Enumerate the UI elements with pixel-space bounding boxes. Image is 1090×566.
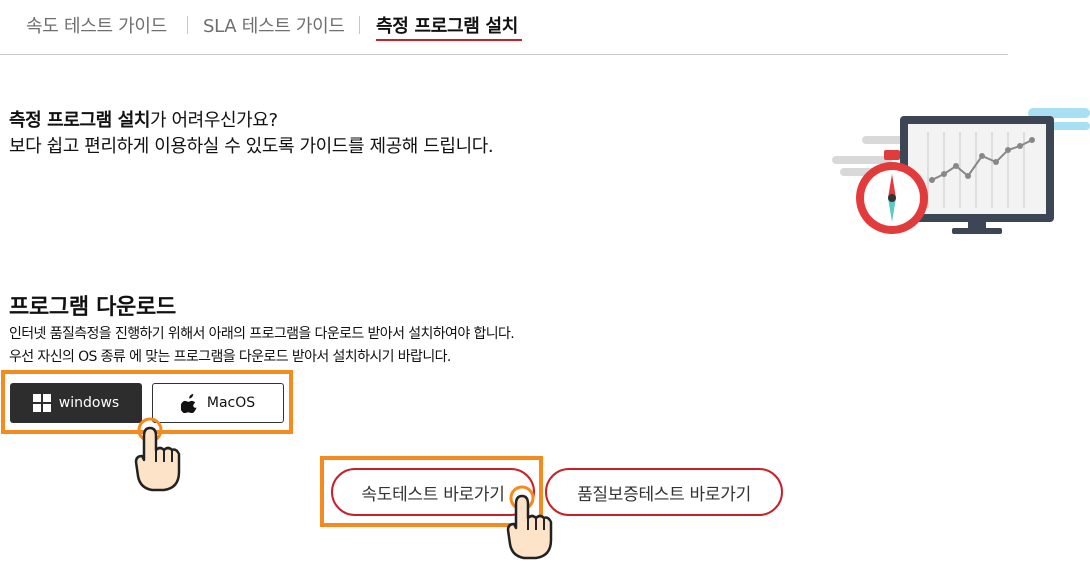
- intro-line1: 측정 프로그램 설치가 어려우신가요?: [9, 108, 493, 134]
- download-title: 프로그램 다운로드: [9, 295, 176, 320]
- download-description: 인터넷 품질측정을 진행하기 위해서 아래의 프로그램을 다운로드 받아서 설치…: [9, 323, 515, 369]
- windows-button-label: windows: [58, 395, 120, 411]
- pointer-hand-icon: [502, 484, 558, 566]
- intro-line1-rest: 가 어려우신가요?: [150, 110, 278, 131]
- tab-bar: 속도 테스트 가이드 SLA 테스트 가이드 측정 프로그램 설치: [0, 0, 1008, 55]
- quality-test-link-button[interactable]: 품질보증테스트 바로가기: [545, 468, 783, 516]
- macos-button-label: MacOS: [206, 395, 256, 411]
- tab-install[interactable]: 측정 프로그램 설치: [376, 12, 518, 38]
- windows-icon: [32, 394, 51, 412]
- active-tab-indicator: [376, 39, 522, 41]
- tab-divider: [359, 16, 360, 34]
- monitor-stopwatch-illustration: [832, 100, 1090, 240]
- apple-icon: [180, 394, 197, 413]
- tab-sla-guide[interactable]: SLA 테스트 가이드: [203, 12, 345, 38]
- intro-text: 측정 프로그램 설치가 어려우신가요? 보다 쉽고 편리하게 이용하실 수 있도…: [9, 108, 494, 160]
- pointer-hand-icon: [130, 416, 186, 498]
- intro-strong: 측정 프로그램 설치: [9, 110, 151, 131]
- tab-divider: [187, 16, 188, 34]
- download-desc-line2: 우선 자신의 OS 종류 에 맞는 프로그램을 다운로드 받아서 설치하시기 바…: [9, 349, 451, 365]
- download-desc-line1: 인터넷 품질측정을 진행하기 위해서 아래의 프로그램을 다운로드 받아서 설치…: [9, 326, 515, 342]
- intro-line2: 보다 쉽고 편리하게 이용하실 수 있도록 가이드를 제공해 드립니다.: [9, 136, 494, 157]
- tab-speed-guide[interactable]: 속도 테스트 가이드: [26, 12, 167, 38]
- windows-download-button[interactable]: windows: [10, 383, 142, 423]
